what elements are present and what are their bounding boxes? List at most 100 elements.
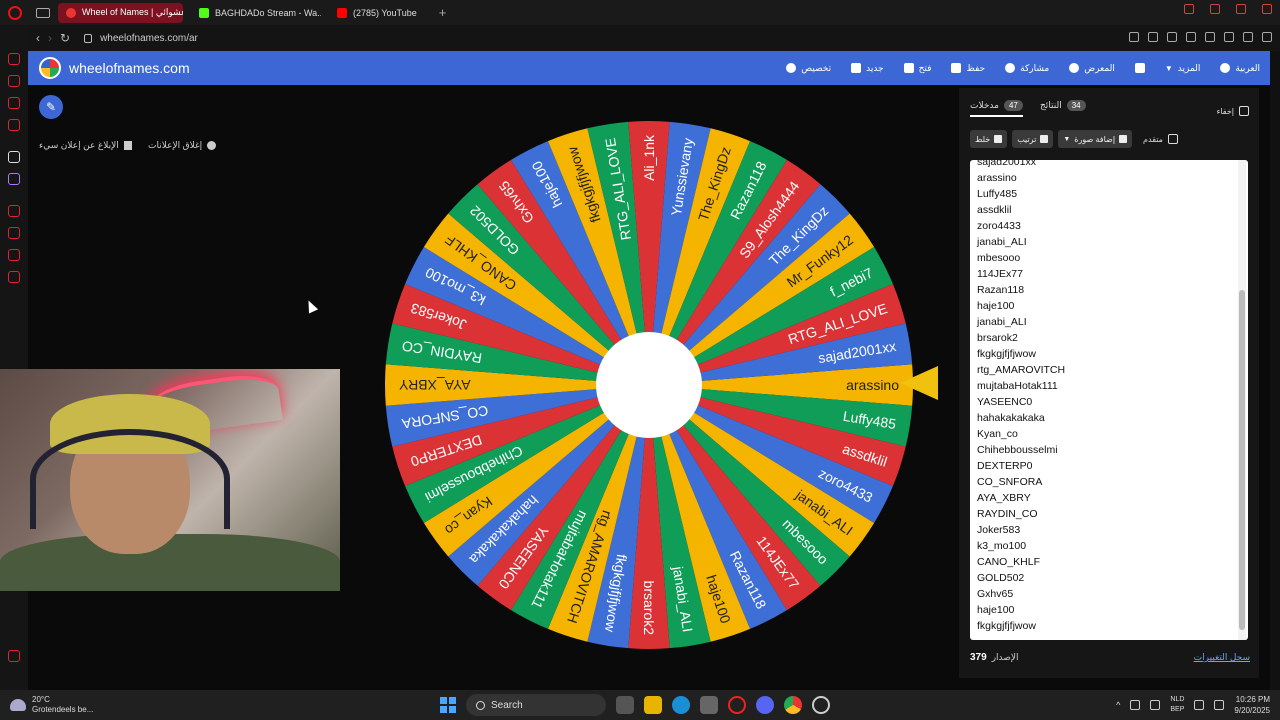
maximize-icon[interactable]	[1236, 4, 1246, 14]
entries-textarea[interactable]: sajad2001xx arassino Luffy485 assdklil zoro4…	[970, 160, 1248, 640]
tab-results[interactable]: النتائج 34	[1040, 100, 1086, 111]
edge-icon[interactable]	[672, 696, 690, 714]
more-button[interactable]: ▼ المزيد	[1165, 63, 1201, 74]
entry-line[interactable]: rtg_AMAROVITCH	[977, 362, 1227, 378]
new-tab-button[interactable]: +	[439, 5, 447, 20]
close-icon[interactable]	[1262, 4, 1272, 14]
chevron-up-icon[interactable]: ^	[1116, 700, 1120, 710]
history-icon[interactable]	[8, 227, 20, 239]
entry-line[interactable]: Luffy485	[977, 186, 1227, 202]
minimize-icon[interactable]	[1210, 4, 1220, 14]
weather-widget[interactable]: 20°C Grotendeels be...	[10, 695, 93, 715]
tab-youtube[interactable]: (2785) YouTube	[329, 3, 425, 23]
entry-line[interactable]: mujtabaHotak111	[977, 378, 1227, 394]
tab-kick-stream[interactable]: BAGHDADo Stream - Wa...	[191, 3, 321, 23]
entry-line[interactable]: Chihebbousselmi	[977, 442, 1227, 458]
changelog-link[interactable]: سجل التغييرات	[1194, 652, 1250, 663]
add-image-button[interactable]: ▼ إضافة صورة	[1058, 130, 1133, 148]
entry-line[interactable]: DEXTERP0	[977, 458, 1227, 474]
language-indicator[interactable]: NLD BEP	[1170, 695, 1184, 715]
shuffle-button[interactable]: خلط	[970, 130, 1008, 148]
entry-line[interactable]: Razan118	[977, 282, 1227, 298]
pinboard-icon[interactable]	[8, 249, 20, 261]
opera-logo-icon[interactable]	[8, 5, 22, 20]
entry-line[interactable]: assdklil	[977, 202, 1227, 218]
spin-wheel[interactable]: arassino Luffy485 assdklil zoro4433 janabi_A…	[383, 119, 915, 651]
snapshot-icon[interactable]	[1148, 32, 1158, 42]
entries-scroll-thumb[interactable]	[1239, 290, 1245, 630]
entry-line[interactable]: haje100	[977, 298, 1227, 314]
entry-line[interactable]: zoro4433	[977, 218, 1227, 234]
volume-icon[interactable]	[1214, 700, 1225, 710]
twitch-icon[interactable]	[8, 173, 20, 185]
share-button[interactable]: مشاركة	[1005, 63, 1049, 74]
entry-line[interactable]: fkgkgjfjfjwow	[977, 346, 1227, 362]
instagram-icon[interactable]	[8, 97, 20, 109]
wheel-logo-icon[interactable]	[39, 57, 61, 79]
wheel-hub[interactable]	[596, 332, 702, 438]
entry-line[interactable]: brsarok2	[977, 330, 1227, 346]
checkbox-icon[interactable]	[1167, 134, 1178, 144]
mail-icon[interactable]	[8, 119, 20, 131]
entry-line[interactable]: AYA_XBRY	[977, 490, 1227, 506]
player-icon[interactable]	[1186, 32, 1196, 42]
workspaces-icon[interactable]	[36, 7, 50, 18]
entry-line[interactable]: GOLD502	[977, 570, 1227, 586]
entry-line[interactable]: haje100	[977, 602, 1227, 618]
gallery-button[interactable]: المعرض	[1069, 63, 1115, 74]
entry-line[interactable]: janabi_ALI	[977, 234, 1227, 250]
download-icon[interactable]	[1243, 32, 1253, 42]
tab-entries[interactable]: مدخلات 47	[970, 100, 1023, 117]
entry-line[interactable]: RAYDIN_CO	[977, 506, 1227, 522]
chrome-icon[interactable]	[784, 696, 802, 714]
search-tabs-icon[interactable]	[1184, 4, 1194, 14]
player-icon[interactable]	[8, 205, 20, 217]
new-button[interactable]: جديد	[851, 63, 884, 74]
menu-icon[interactable]	[1262, 32, 1272, 42]
save-button[interactable]: حفظ	[951, 63, 985, 74]
language-button[interactable]: العربية	[1220, 63, 1260, 74]
aria-icon[interactable]	[8, 151, 20, 163]
app-icon[interactable]	[812, 696, 830, 714]
refresh-sidebar-icon[interactable]	[8, 53, 20, 65]
fullscreen-button[interactable]	[1134, 63, 1145, 73]
entry-line[interactable]: k3_mo100	[977, 538, 1227, 554]
entry-line[interactable]: arassino	[977, 170, 1227, 186]
sort-button[interactable]: ترتيب	[1012, 130, 1054, 148]
entry-line[interactable]: CO_SNFORA	[977, 474, 1227, 490]
discord-icon[interactable]	[756, 696, 774, 714]
heart-icon[interactable]	[1205, 32, 1215, 42]
entry-line[interactable]: YASEENC0	[977, 394, 1227, 410]
entry-line[interactable]: Kyan_co	[977, 426, 1227, 442]
monitor-icon[interactable]	[1194, 700, 1205, 710]
entry-line[interactable]: CANO_KHLF	[977, 554, 1227, 570]
taskbar-search[interactable]: Search	[466, 694, 606, 716]
shopping-icon[interactable]	[8, 75, 20, 87]
store-icon[interactable]	[700, 696, 718, 714]
entry-line[interactable]: janabi_ALI	[977, 314, 1227, 330]
entry-line[interactable]: 114JEx77	[977, 266, 1227, 282]
clock[interactable]: 10:26 PM 9/20/2025	[1234, 694, 1270, 716]
entry-line[interactable]: hahakakakaka	[977, 410, 1227, 426]
brand-name[interactable]: wheelofnames.com	[69, 60, 190, 76]
microphone-icon[interactable]	[1150, 700, 1161, 710]
entry-line[interactable]: fkgkgjfjfjwow	[977, 618, 1227, 634]
checkbox-icon[interactable]	[1239, 106, 1249, 116]
wheel-svg[interactable]: arassinoLuffy485assdklilzoro4433janabi_A…	[383, 119, 915, 651]
profile-icon[interactable]	[1224, 32, 1234, 42]
reload-icon[interactable]: ↻	[60, 31, 70, 45]
entry-line[interactable]: sajad2001xx	[977, 160, 1227, 170]
advanced-checkbox[interactable]: متقدم	[1143, 130, 1178, 148]
forward-icon[interactable]: ›	[48, 31, 52, 45]
entry-line[interactable]: Joker583	[977, 522, 1227, 538]
bookmark-icon[interactable]	[1129, 32, 1139, 42]
page-scrollbar[interactable]	[1270, 51, 1280, 690]
task-view-icon[interactable]	[616, 696, 634, 714]
back-icon[interactable]: ‹	[36, 31, 40, 45]
settings-icon[interactable]	[8, 271, 20, 283]
open-button[interactable]: فتح	[903, 63, 931, 74]
customize-button[interactable]: تخصيص	[786, 63, 831, 74]
gx-icon[interactable]	[8, 650, 20, 662]
entry-line[interactable]: mbesooo	[977, 250, 1227, 266]
hide-checkbox[interactable]: إخفاء	[1217, 106, 1249, 116]
